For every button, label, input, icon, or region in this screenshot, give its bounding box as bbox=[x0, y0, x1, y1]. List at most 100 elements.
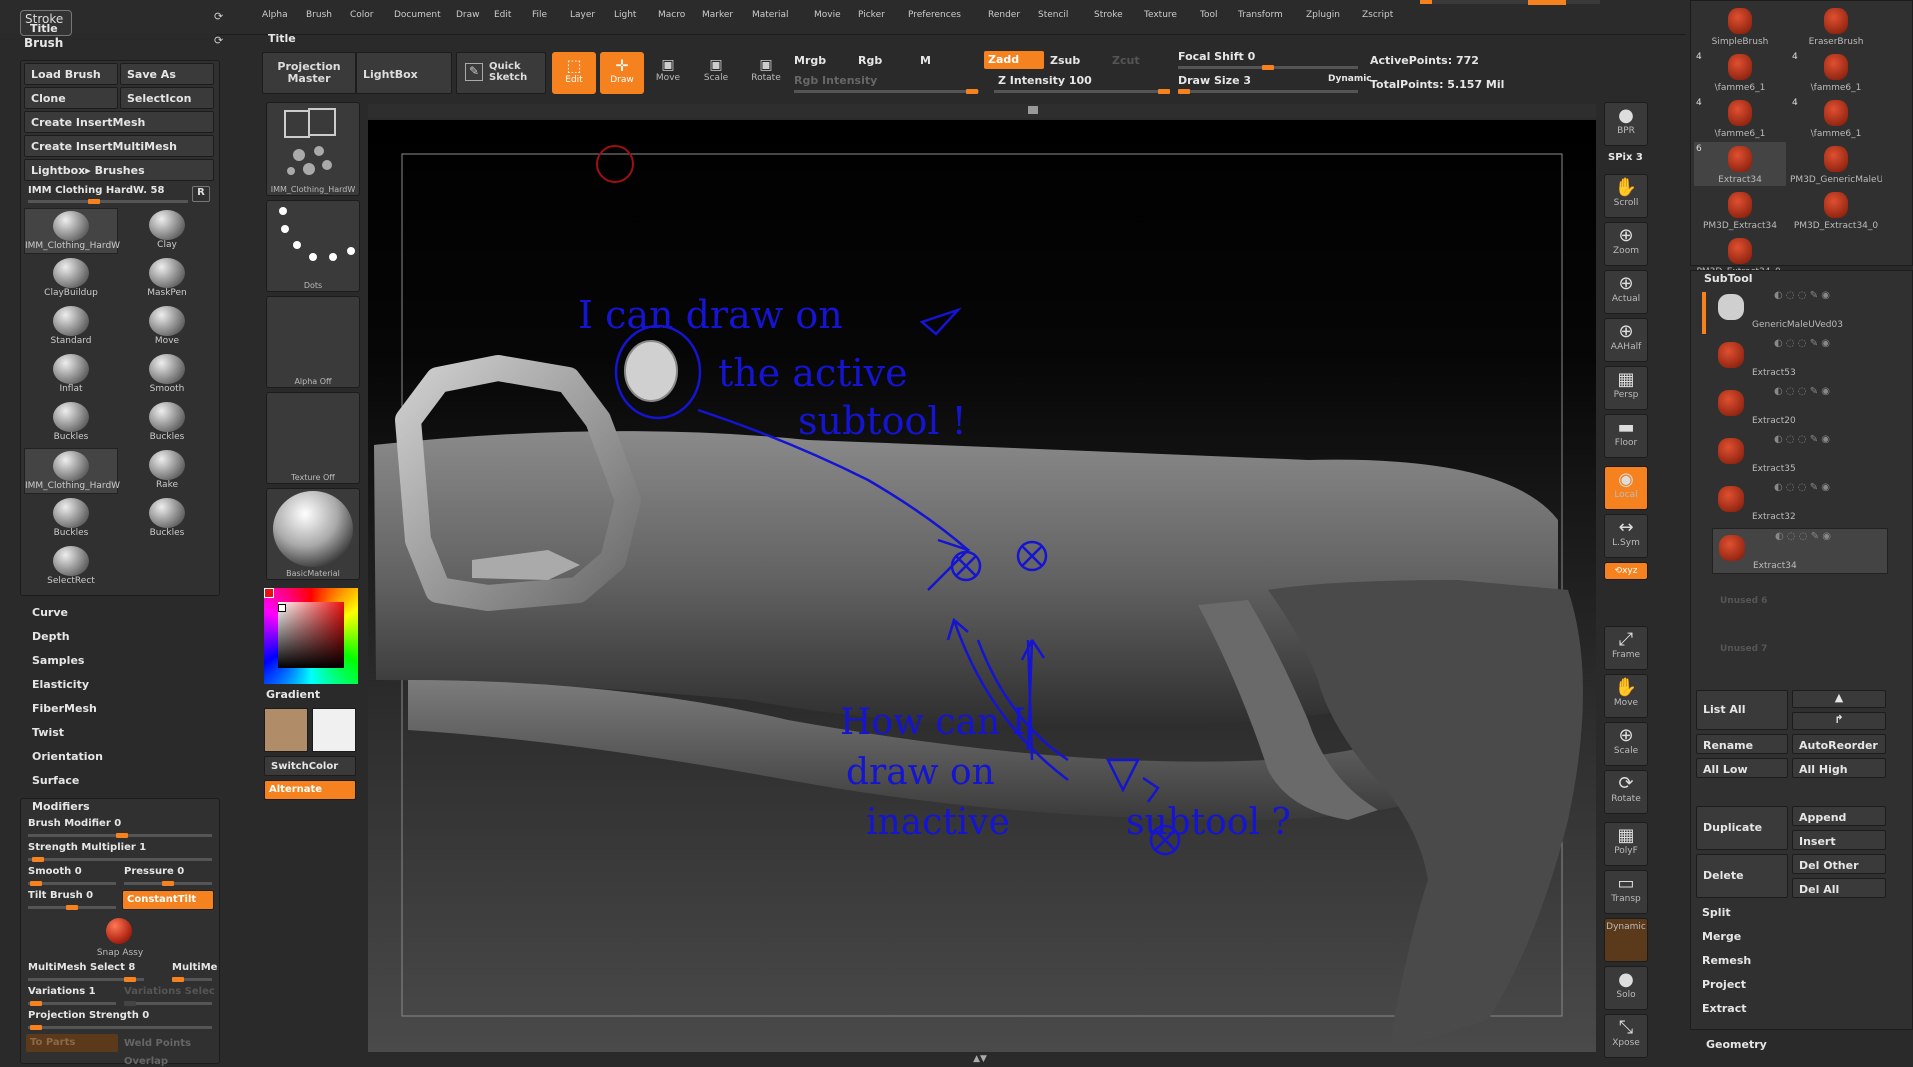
scroll-button[interactable]: ✋ Scroll bbox=[1604, 174, 1648, 218]
rename-button[interactable]: Rename bbox=[1696, 734, 1788, 754]
transp-button[interactable]: ▭ Transp bbox=[1604, 870, 1648, 914]
canvas-bottom-handle[interactable]: ▲▼ bbox=[968, 1054, 992, 1064]
select-icon-button[interactable]: SelectIcon bbox=[120, 87, 214, 109]
brush-rake[interactable]: Rake bbox=[120, 448, 214, 494]
menu-item-movie[interactable]: Movie bbox=[814, 10, 841, 20]
projection-master-button[interactable]: Projection Master bbox=[262, 52, 356, 94]
menu-item-stencil[interactable]: Stencil bbox=[1038, 10, 1068, 20]
create-insertmesh-button[interactable]: Create InsertMesh bbox=[24, 111, 214, 133]
weld-points-button[interactable]: Weld Points bbox=[124, 1038, 191, 1049]
subtool-item[interactable]: ◐ ◌ ◌ ✎ ◉ Extract32 bbox=[1712, 480, 1888, 526]
menu-item-alpha[interactable]: Alpha bbox=[262, 10, 288, 20]
menu-item-picker[interactable]: Picker bbox=[858, 10, 885, 20]
del-all-button[interactable]: Del All bbox=[1792, 878, 1886, 898]
canvas-top-scroll[interactable] bbox=[368, 104, 1596, 118]
move-button[interactable]: ▣ Move bbox=[648, 54, 688, 94]
focal-shift-slider[interactable]: Focal Shift 0 bbox=[1178, 50, 1255, 63]
section-surface[interactable]: Surface bbox=[32, 774, 79, 787]
menu-item-macro[interactable]: Macro bbox=[658, 10, 685, 20]
subtool-toggle-icons[interactable]: ◐ ◌ ◌ ✎ ◉ bbox=[1774, 386, 1830, 397]
variations-select-track[interactable] bbox=[124, 1001, 212, 1006]
brush-selectrect[interactable]: SelectRect bbox=[24, 544, 118, 590]
strength-multiplier-slider[interactable]: Strength Multiplier 1 bbox=[28, 842, 146, 853]
variations-track[interactable] bbox=[28, 1001, 116, 1006]
scroll-handle[interactable] bbox=[1028, 106, 1038, 114]
subtool-item[interactable]: ◐ ◌ ◌ ✎ ◉ Extract20 bbox=[1712, 384, 1888, 430]
m-button[interactable]: M bbox=[920, 54, 931, 67]
subtool-scrollbar[interactable] bbox=[1702, 292, 1706, 334]
pressure-slider[interactable]: Pressure 0 bbox=[124, 866, 184, 877]
floor-button[interactable]: ▬ Floor bbox=[1604, 414, 1648, 458]
brush-clay[interactable]: Clay bbox=[120, 208, 214, 254]
menu-item-layer[interactable]: Layer bbox=[570, 10, 595, 20]
xyz-button[interactable]: ⟲xyz bbox=[1604, 562, 1648, 580]
menu-item-file[interactable]: File bbox=[532, 10, 547, 20]
switch-color-button[interactable]: SwitchColor bbox=[264, 756, 356, 776]
multime-slider[interactable]: MultiMe bbox=[172, 962, 217, 973]
section-fibermesh[interactable]: FiberMesh bbox=[32, 702, 97, 715]
project-menu[interactable]: Project bbox=[1702, 978, 1746, 991]
polyf-button[interactable]: ▦ PolyF bbox=[1604, 822, 1648, 866]
tool-thumb[interactable]: PM3D_Extract34 bbox=[1694, 188, 1786, 232]
brush-smooth[interactable]: Smooth bbox=[120, 352, 214, 398]
append-button[interactable]: Append bbox=[1792, 806, 1886, 826]
section-elasticity[interactable]: Elasticity bbox=[32, 678, 89, 691]
zsub-button[interactable]: Zsub bbox=[1050, 54, 1080, 67]
brush-modifier-slider[interactable]: Brush Modifier 0 bbox=[28, 818, 121, 829]
color-picker[interactable] bbox=[264, 588, 358, 684]
xpose-button[interactable]: ⤡ Xpose bbox=[1604, 1014, 1648, 1058]
menu-item-zscript[interactable]: Zscript bbox=[1362, 10, 1393, 20]
menu-item-light[interactable]: Light bbox=[614, 10, 636, 20]
stroke-thumb[interactable]: Dots bbox=[266, 200, 360, 292]
scale-button[interactable]: ▣ Scale bbox=[696, 54, 736, 94]
bpr-button[interactable]: ● BPR bbox=[1604, 102, 1648, 146]
draw-button[interactable]: ✛ Draw bbox=[600, 52, 644, 94]
current-brush-slider[interactable]: IMM Clothing HardW. 58 bbox=[28, 185, 164, 196]
subtool-item[interactable]: ◐ ◌ ◌ ✎ ◉ Extract35 bbox=[1712, 432, 1888, 478]
brush-imm-clothing-hardw[interactable]: IMM_Clothing_HardW bbox=[24, 208, 120, 254]
brush-move[interactable]: Move bbox=[120, 304, 214, 350]
move-up-button[interactable]: ▲ bbox=[1792, 690, 1886, 708]
tool-thumb[interactable]: SimpleBrush bbox=[1694, 4, 1786, 48]
overlap-button[interactable]: Overlap bbox=[124, 1056, 168, 1067]
quick-sketch-button[interactable]: ✎ Quick Sketch bbox=[456, 52, 546, 94]
tool-thumb[interactable]: 4 \famme6_1 bbox=[1694, 96, 1786, 140]
menu-item-render[interactable]: Render bbox=[988, 10, 1020, 20]
lightbox-button[interactable]: LightBox bbox=[356, 52, 452, 94]
section-orientation[interactable]: Orientation bbox=[32, 750, 103, 763]
solo-button[interactable]: ● Solo bbox=[1604, 966, 1648, 1010]
brush-buckles[interactable]: Buckles bbox=[24, 400, 118, 446]
variations-select-slider[interactable]: Variations Selec bbox=[124, 986, 215, 997]
section-twist[interactable]: Twist bbox=[32, 726, 64, 739]
extract-menu[interactable]: Extract bbox=[1702, 1002, 1747, 1015]
alpha-thumb[interactable]: Alpha Off bbox=[266, 296, 360, 388]
refresh-icon[interactable]: ⟳ bbox=[214, 34, 228, 48]
move-button[interactable]: ✋ Move bbox=[1604, 674, 1648, 718]
r-button[interactable]: R bbox=[192, 186, 210, 202]
menu-item-document[interactable]: Document bbox=[394, 10, 441, 20]
to-parts-button[interactable]: To Parts bbox=[26, 1034, 118, 1052]
local-button[interactable]: ◉ Local bbox=[1604, 466, 1648, 510]
brush-maskpen[interactable]: MaskPen bbox=[120, 256, 214, 302]
secondary-color-swatch[interactable] bbox=[264, 708, 308, 752]
section-samples[interactable]: Samples bbox=[32, 654, 84, 667]
tool-thumb[interactable]: EraserBrush bbox=[1790, 4, 1882, 48]
snap-assy-icon[interactable] bbox=[106, 918, 132, 944]
all-high-button[interactable]: All High bbox=[1792, 758, 1886, 778]
subtool-toggle-icons[interactable]: ◐ ◌ ◌ ✎ ◉ bbox=[1774, 290, 1830, 301]
tilt-brush-track[interactable] bbox=[28, 905, 116, 910]
subtool-toggle-icons[interactable]: ◐ ◌ ◌ ✎ ◉ bbox=[1774, 482, 1830, 493]
lsym-button[interactable]: ↔ L.Sym bbox=[1604, 514, 1648, 558]
focal-shift-track[interactable] bbox=[1178, 65, 1358, 70]
load-brush-button[interactable]: Load Brush bbox=[24, 63, 118, 85]
canvas[interactable]: I can draw on the active subtool ! How c… bbox=[368, 120, 1596, 1052]
subtool-item[interactable]: ◐ ◌ ◌ ✎ ◉ Extract53 bbox=[1712, 336, 1888, 382]
spix-slider[interactable]: SPix 3 bbox=[1608, 152, 1643, 163]
section-depth[interactable]: Depth bbox=[32, 630, 70, 643]
tool-thumb[interactable]: 4 \famme6_1 bbox=[1790, 96, 1882, 140]
smooth-slider[interactable]: Smooth 0 bbox=[28, 866, 82, 877]
delete-button[interactable]: Delete bbox=[1696, 854, 1788, 898]
multime-track[interactable] bbox=[172, 977, 212, 982]
draw-size-slider[interactable]: Draw Size 3 bbox=[1178, 74, 1251, 87]
scale-button[interactable]: ⊕ Scale bbox=[1604, 722, 1648, 766]
